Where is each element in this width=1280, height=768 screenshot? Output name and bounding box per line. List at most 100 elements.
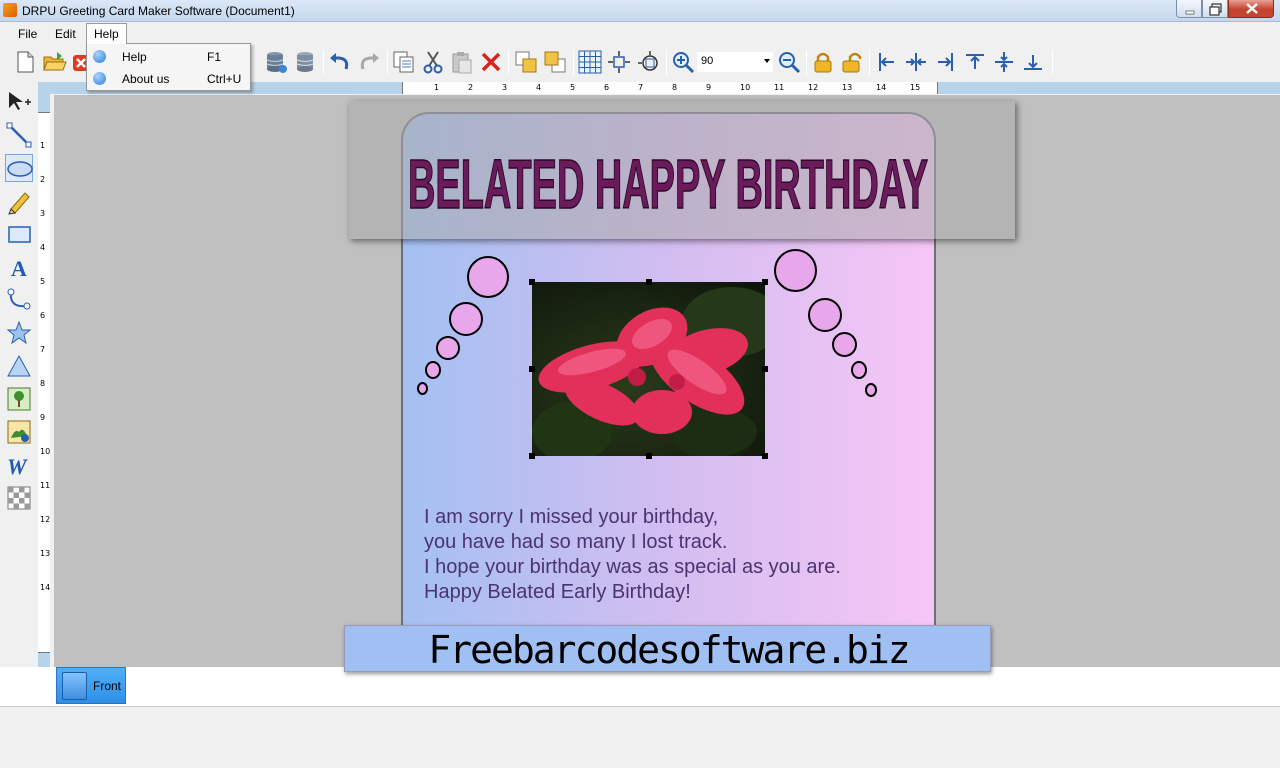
align-center-vertical-icon — [995, 52, 1013, 72]
bubble-shape[interactable] — [449, 302, 483, 336]
actual-size-button[interactable] — [636, 49, 662, 75]
send-backward-button[interactable] — [542, 49, 568, 75]
menu-item-help[interactable]: Help F1 — [87, 46, 250, 67]
open-folder-button[interactable] — [41, 49, 67, 75]
background-tool[interactable] — [5, 484, 33, 512]
ruler-number: 3 — [40, 209, 46, 218]
word-art-tool[interactable]: W — [5, 451, 33, 479]
ruler-number: 12 — [40, 515, 51, 524]
triangle-tool[interactable] — [5, 352, 33, 380]
bubble-shape[interactable] — [851, 361, 867, 379]
undo-button[interactable] — [327, 49, 353, 75]
grid-button[interactable] — [577, 49, 603, 75]
fit-window-icon — [608, 51, 630, 73]
tab-label: Front — [93, 679, 122, 693]
ruler-number: 4 — [40, 243, 46, 252]
close-button[interactable] — [1228, 0, 1274, 18]
zoom-level-select[interactable]: 90 — [697, 52, 773, 72]
curve-tool[interactable] — [5, 286, 33, 314]
ruler-number: 1 — [434, 83, 440, 92]
align-middle-button[interactable] — [991, 49, 1017, 75]
menu-item-about-us[interactable]: About us Ctrl+U — [87, 68, 250, 89]
line-tool[interactable] — [5, 121, 33, 149]
bubble-shape[interactable] — [425, 361, 441, 379]
resize-handle[interactable] — [529, 453, 535, 459]
select-tool[interactable] — [5, 88, 33, 116]
ruler-number: 2 — [40, 175, 46, 184]
message-line: you have had so many I lost track. — [424, 531, 728, 553]
close-icon — [1246, 3, 1258, 14]
resize-handle[interactable] — [762, 279, 768, 285]
bring-forward-button[interactable] — [513, 49, 539, 75]
bubble-shape[interactable] — [808, 298, 842, 332]
ruler-number: 5 — [40, 277, 46, 286]
resize-handle[interactable] — [646, 279, 652, 285]
footer-banner[interactable]: Freebarcodesoftware.biz — [344, 625, 991, 672]
ruler-number: 1 — [40, 141, 46, 150]
align-right-button[interactable] — [932, 49, 958, 75]
ruler-number: 9 — [40, 413, 46, 422]
footer-text: Freebarcodesoftware.biz — [428, 628, 910, 672]
rectangle-tool[interactable] — [5, 220, 33, 248]
resize-handle[interactable] — [646, 453, 652, 459]
fit-to-window-button[interactable] — [606, 49, 632, 75]
card-heading[interactable]: BELATED HAPPY BIRTHDAY — [404, 120, 932, 230]
bubble-shape[interactable] — [467, 256, 509, 298]
resize-handle[interactable] — [762, 453, 768, 459]
menu-file[interactable]: File — [11, 25, 44, 43]
toolbar-separator — [806, 50, 807, 76]
star-tool[interactable] — [5, 319, 33, 347]
clipart-tool[interactable] — [5, 418, 33, 446]
align-center-button[interactable] — [903, 49, 929, 75]
copy-button[interactable] — [391, 49, 417, 75]
zoom-in-button[interactable] — [670, 49, 696, 75]
minimize-button[interactable] — [1176, 0, 1202, 18]
cut-button[interactable] — [420, 49, 446, 75]
align-bottom-button[interactable] — [1020, 49, 1046, 75]
lock-button[interactable] — [810, 49, 836, 75]
zoom-out-button[interactable] — [776, 49, 802, 75]
redo-button[interactable] — [356, 49, 382, 75]
ruler-number: 3 — [502, 83, 508, 92]
menu-edit[interactable]: Edit — [48, 25, 83, 43]
bubble-shape[interactable] — [865, 383, 877, 397]
bubble-shape[interactable] — [436, 336, 460, 360]
toolbar-separator — [666, 50, 667, 76]
new-document-button[interactable] — [12, 49, 38, 75]
svg-text:A: A — [11, 256, 27, 281]
resize-handle[interactable] — [529, 366, 535, 372]
ruler-number: 4 — [536, 83, 542, 92]
align-left-button[interactable] — [874, 49, 900, 75]
resize-handle[interactable] — [529, 279, 535, 285]
lock-icon — [814, 52, 832, 73]
bubble-shape[interactable] — [832, 332, 857, 357]
align-top-button[interactable] — [962, 49, 988, 75]
delete-button[interactable] — [478, 49, 504, 75]
menu-item-label: About us — [122, 72, 170, 86]
image-tool[interactable] — [5, 385, 33, 413]
tab-front[interactable]: Front — [56, 667, 126, 704]
align-left-icon — [879, 53, 894, 71]
actual-size-icon — [638, 51, 658, 71]
pencil-tool[interactable] — [5, 187, 33, 215]
database-add-button[interactable] — [263, 49, 289, 75]
menu-help[interactable]: Help — [86, 23, 127, 44]
delete-icon — [481, 52, 501, 72]
resize-handle[interactable] — [762, 366, 768, 372]
flower-photo[interactable] — [532, 282, 765, 456]
ellipse-icon — [7, 161, 33, 177]
ellipse-tool[interactable] — [5, 154, 33, 182]
bubble-shape[interactable] — [417, 382, 428, 395]
text-tool[interactable]: A — [5, 253, 33, 281]
database-button[interactable] — [292, 49, 318, 75]
card-message[interactable]: I am sorry I missed your birthday, you h… — [424, 505, 924, 605]
zoom-in-icon — [673, 52, 695, 74]
paste-button[interactable] — [449, 49, 475, 75]
bubble-shape[interactable] — [774, 249, 817, 292]
ruler-number: 11 — [40, 481, 51, 490]
message-line: I hope your birthday was as special as y… — [424, 556, 841, 578]
restore-button[interactable] — [1202, 0, 1228, 18]
curve-icon — [7, 288, 31, 310]
rectangle-icon — [8, 226, 31, 243]
unlock-button[interactable] — [839, 49, 865, 75]
